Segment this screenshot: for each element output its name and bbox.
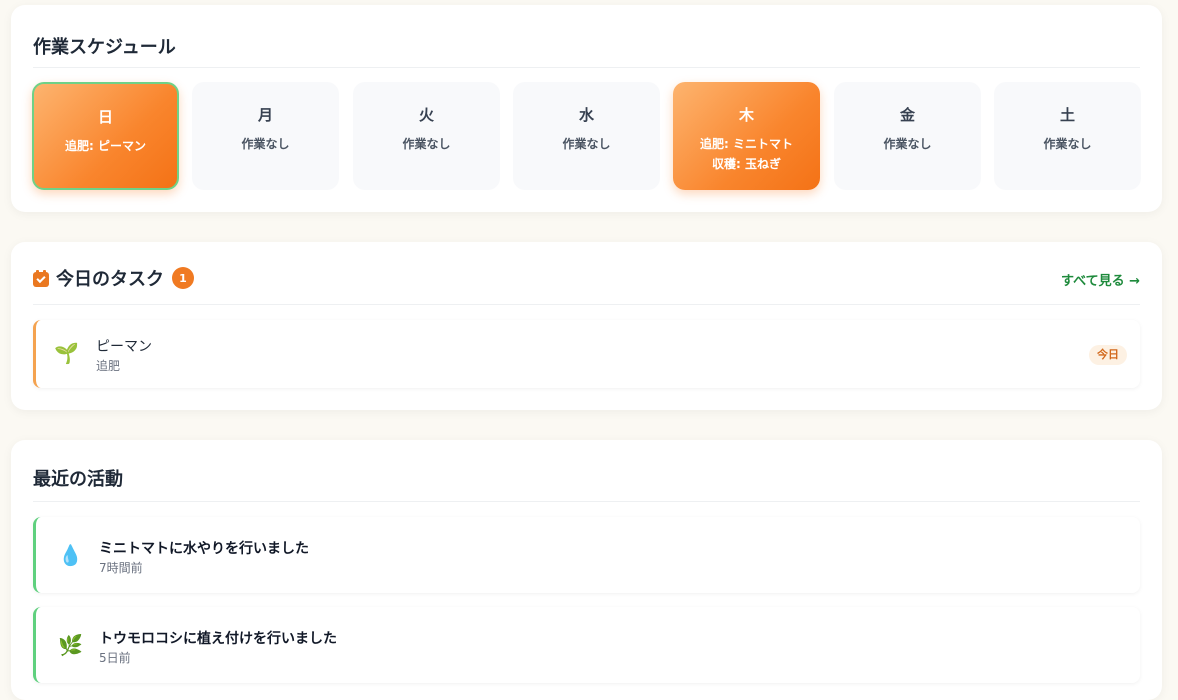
schedule-card: 作業スケジュール 日追肥: ピーマン月作業なし火作業なし水作業なし木追肥: ミニ… [11,5,1162,212]
day-task: 追肥: ピーマン [65,139,146,153]
day-task: 作業なし [1043,137,1092,151]
task-due-badge: 今日 [1089,345,1127,365]
day-name: 日 [97,108,113,126]
day-name: 土 [1059,106,1075,124]
day-tile[interactable]: 木追肥: ミニトマト 収穫: 玉ねぎ [673,82,820,190]
task-type: 追肥 [96,359,121,373]
day-task: 作業なし [562,137,611,151]
see-all-link[interactable]: すべて見る → [1061,270,1140,289]
activity-time: 5日前 [99,651,131,665]
activity-text: ミニトマトに水やりを行いました [99,541,309,557]
day-name: 月 [257,106,273,124]
tasks-title: 今日のタスク [56,269,164,290]
water-drop-icon: 💧 [58,543,83,567]
day-task: 作業なし [241,137,290,151]
day-name: 木 [738,106,754,124]
herb-icon: 🌿 [58,633,83,657]
day-name: 火 [418,106,434,124]
schedule-title: 作業スケジュール [33,37,176,58]
day-task: 収穫: 玉ねぎ [712,157,781,171]
activity-text: トウモロコシに植え付けを行いました [99,631,337,647]
day-tile[interactable]: 日追肥: ピーマン [32,82,179,190]
day-name: 金 [899,106,915,124]
activity-item[interactable]: 💧 ミニトマトに水やりを行いました 7時間前 [33,517,1140,593]
day-tile[interactable]: 火作業なし [353,82,500,190]
day-task: 追肥: ミニトマト [700,137,793,151]
day-task: 作業なし [883,137,932,151]
day-tile[interactable]: 土作業なし [994,82,1141,190]
activity-item[interactable]: 🌿 トウモロコシに植え付けを行いました 5日前 [33,607,1140,683]
task-item[interactable]: 🌱 ピーマン 追肥 今日 [33,320,1140,388]
schedule-divider [33,67,1140,68]
recent-activity-card: 最近の活動 💧 ミニトマトに水やりを行いました 7時間前 🌿 トウモロコシに植え… [11,440,1162,700]
day-tile[interactable]: 水作業なし [513,82,660,190]
day-tile[interactable]: 月作業なし [192,82,339,190]
task-count-badge: 1 [172,267,194,289]
activity-title: 最近の活動 [33,469,123,490]
day-task: 作業なし [402,137,451,151]
calendar-check-icon [33,269,49,287]
seedling-icon: 🌱 [54,341,79,365]
tasks-header: 今日のタスク 1 [33,267,194,290]
day-name: 水 [578,106,594,124]
activity-time: 7時間前 [99,561,143,575]
tasks-divider [33,304,1140,305]
day-tile[interactable]: 金作業なし [834,82,981,190]
task-plant-name: ピーマン [96,339,152,355]
activity-divider [33,501,1140,502]
today-tasks-card: 今日のタスク 1 すべて見る → 🌱 ピーマン 追肥 今日 [11,242,1162,410]
